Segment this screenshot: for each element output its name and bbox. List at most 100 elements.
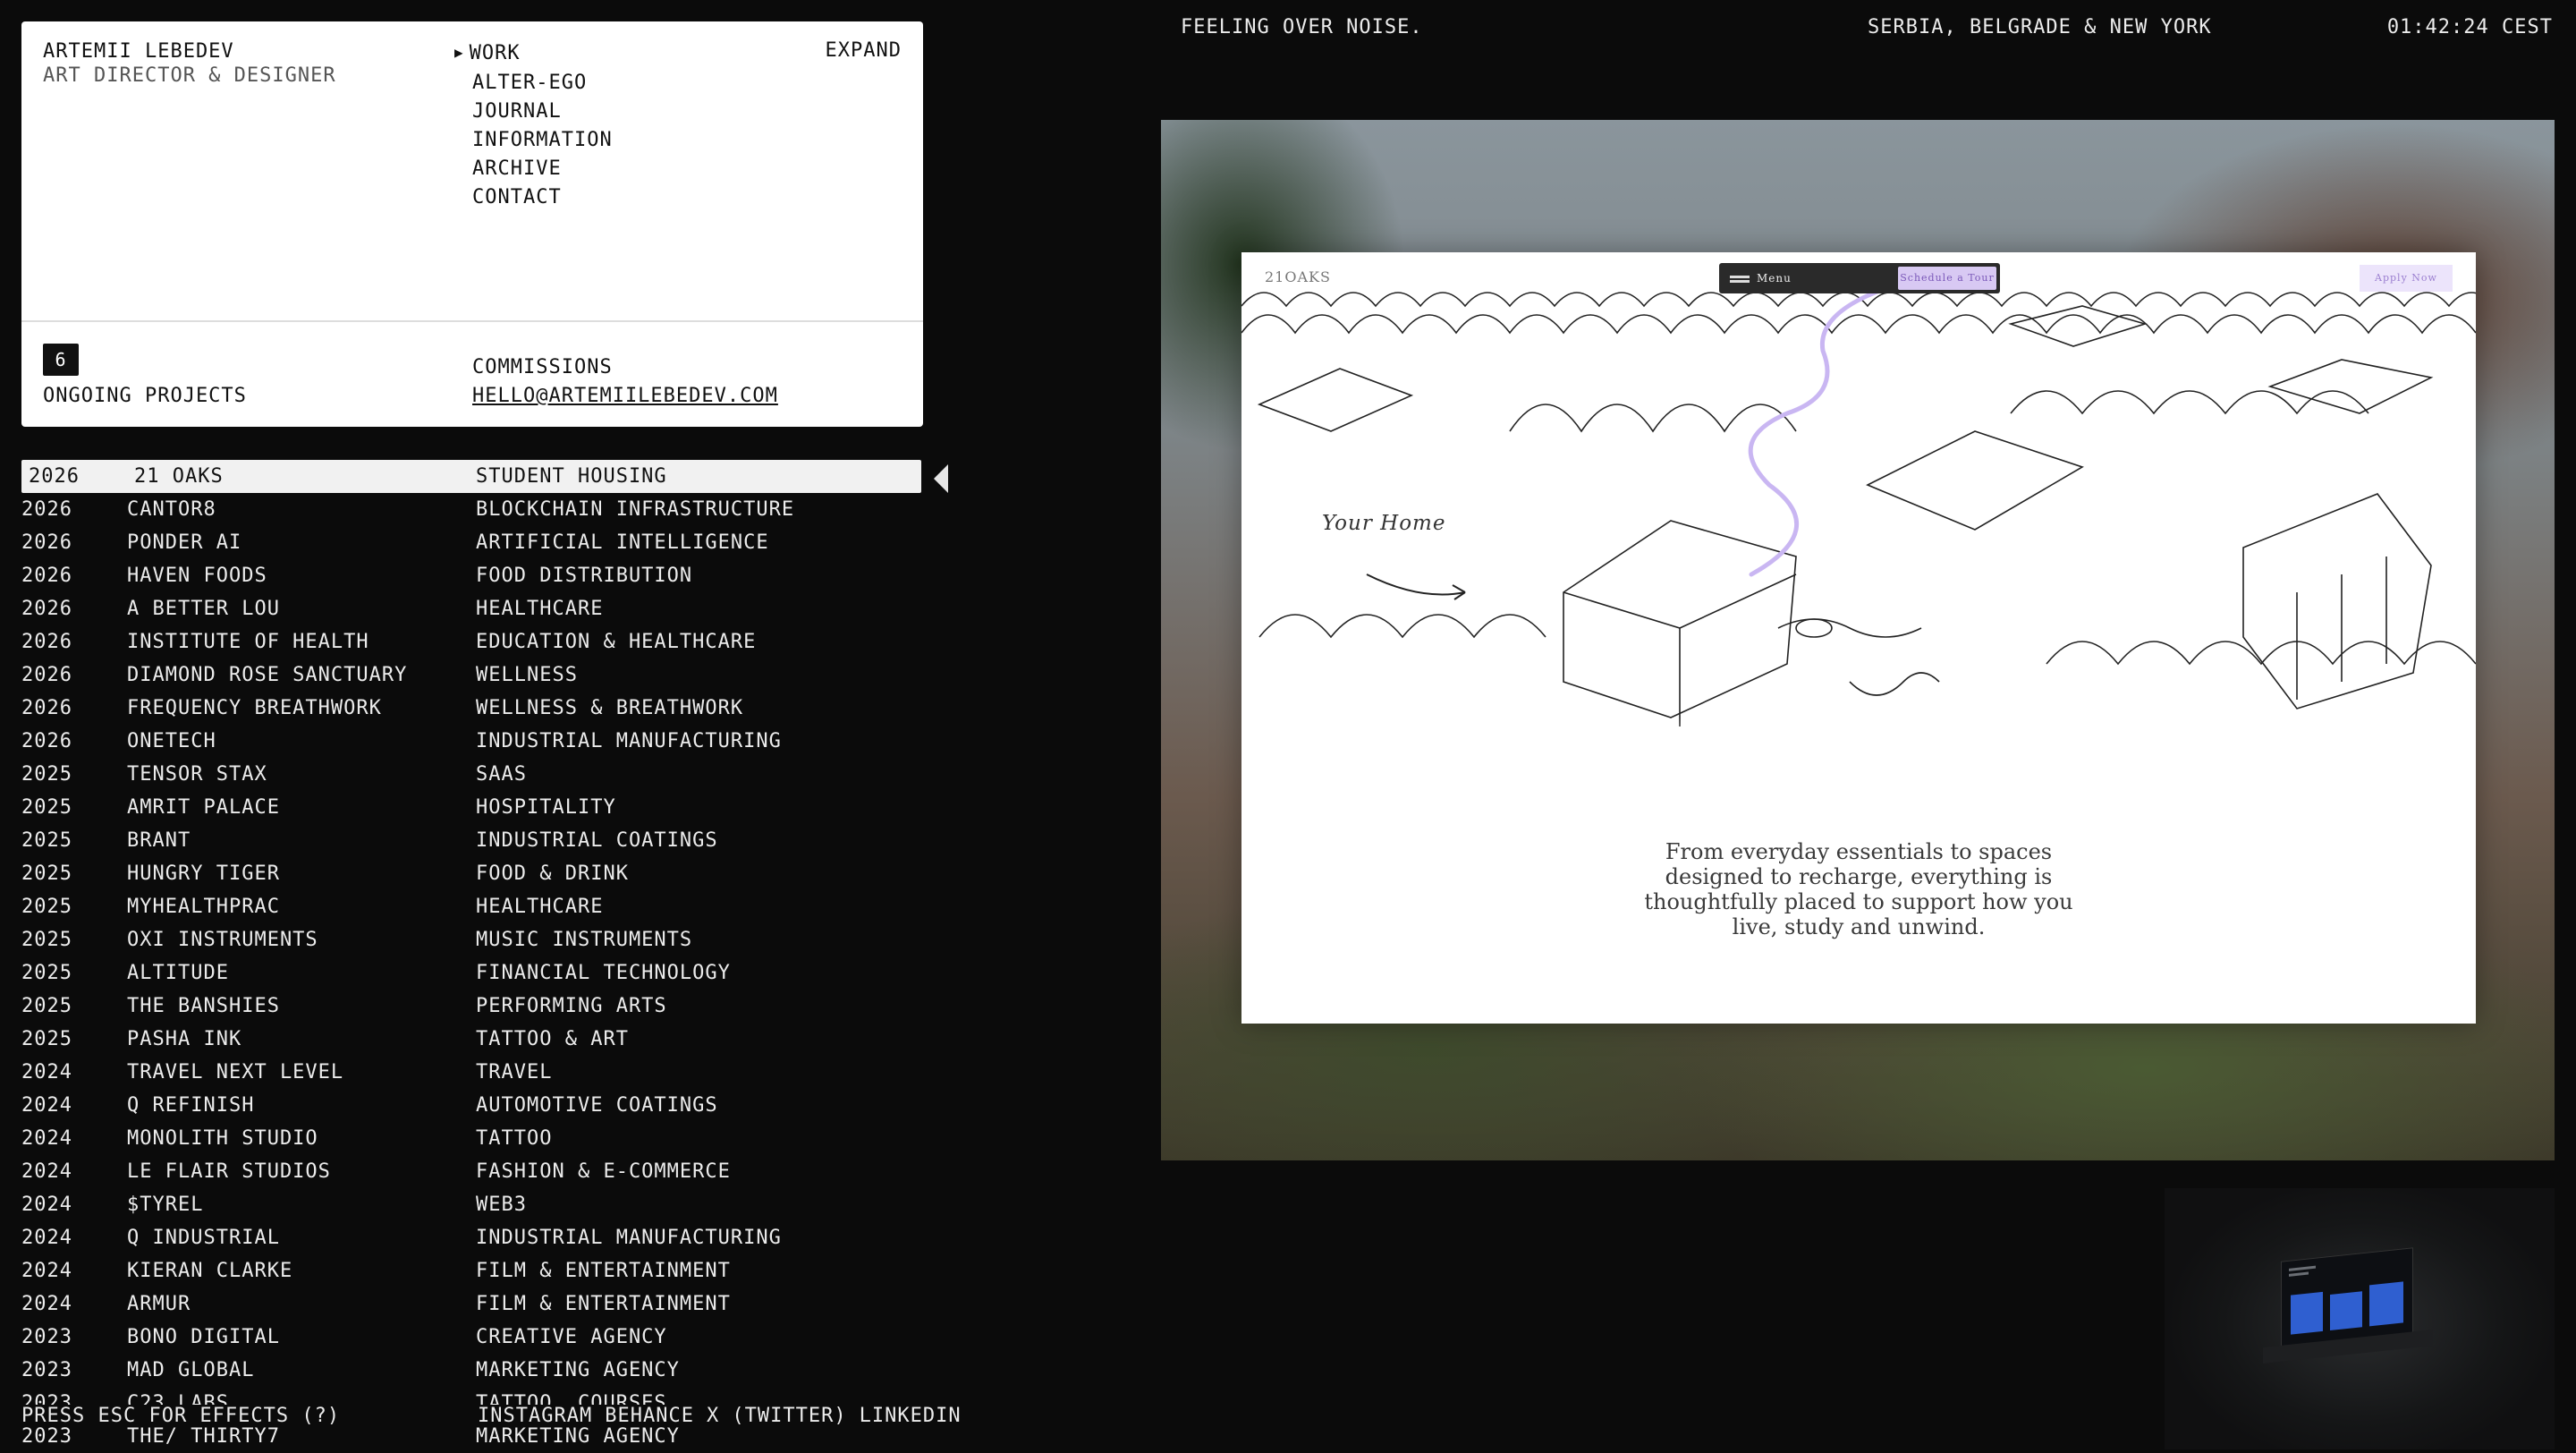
screen-text-line	[2289, 1265, 2316, 1271]
project-row[interactable]: 2026 HAVEN FOODS FOOD DISTRIBUTION	[21, 559, 921, 592]
preview-map-label: Your Home	[1322, 512, 1446, 535]
screen-tile	[2330, 1291, 2362, 1330]
project-row[interactable]: 2025 MYHEALTHPRAC HEALTHCARE	[21, 890, 921, 923]
project-row[interactable]: 2024 MONOLITH STUDIO TATTOO	[21, 1122, 921, 1155]
project-row[interactable]: 2026 FREQUENCY BREATHWORK WELLNESS & BREAT…	[21, 692, 921, 725]
nav-item-work[interactable]: WORK	[470, 39, 613, 69]
project-row[interactable]: 2024 TRAVEL NEXT LEVEL TRAVEL	[21, 1056, 921, 1089]
nav-item-information[interactable]: INFORMATION	[472, 126, 613, 155]
laptop-screen-image	[2281, 1247, 2413, 1347]
project-name: HUNGRY TIGER	[127, 862, 280, 885]
project-row[interactable]: 2025 THE BANSHIES PERFORMING ARTS	[21, 990, 921, 1023]
project-year: 2026	[21, 664, 72, 686]
project-year: 2025	[21, 763, 72, 786]
project-name: INSTITUTE OF HEALTH	[127, 631, 369, 653]
project-row[interactable]: 2026 ONETECH INDUSTRIAL MANUFACTURING	[21, 725, 921, 758]
project-category: CREATIVE AGENCY	[476, 1326, 667, 1348]
social-link-instagram[interactable]: INSTAGRAM	[478, 1405, 592, 1427]
preview-menu-bar: Menu Schedule a Tour	[1719, 263, 2000, 293]
project-row[interactable]: 2025 ALTITUDE FINANCIAL TECHNOLOGY	[21, 956, 921, 990]
nav-item-journal[interactable]: JOURNAL	[472, 98, 613, 126]
project-name: HAVEN FOODS	[127, 565, 267, 587]
project-year: 2025	[21, 829, 72, 852]
ongoing-count-badge: 6	[43, 344, 79, 376]
effects-hint[interactable]: PRESS ESC FOR EFFECTS (?)	[21, 1405, 341, 1427]
social-link-x[interactable]: X (TWITTER)	[707, 1405, 847, 1427]
project-row[interactable]: 2024 Q REFINISH AUTOMOTIVE COATINGS	[21, 1089, 921, 1122]
social-link-linkedin[interactable]: LINKEDIN	[860, 1405, 962, 1427]
project-row[interactable]: 2025 BRANT INDUSTRIAL COATINGS	[21, 824, 921, 857]
project-category: HOSPITALITY	[476, 796, 616, 819]
location: SERBIA, BELGRADE & NEW YORK	[1868, 16, 2212, 38]
project-preview[interactable]: 21OAKS Menu Schedule a Tour Apply Now Yo…	[1161, 120, 2555, 1160]
project-row[interactable]: 2024 $TYREL WEB3	[21, 1188, 921, 1221]
project-year: 2025	[21, 962, 72, 984]
project-row[interactable]: 2026 21 OAKS STUDENT HOUSING	[21, 460, 921, 493]
project-row[interactable]: 2023 BONO DIGITAL CREATIVE AGENCY	[21, 1321, 921, 1354]
project-row[interactable]: 2025 PASHA INK TATTOO & ART	[21, 1023, 921, 1056]
project-name: AMRIT PALACE	[127, 796, 280, 819]
nav-item-alter-ego[interactable]: ALTER-EGO	[472, 69, 613, 98]
project-year: 2024	[21, 1260, 72, 1282]
project-category: INDUSTRIAL MANUFACTURING	[476, 730, 782, 752]
project-category: FASHION & E-COMMERCE	[476, 1160, 731, 1183]
nav-item-archive[interactable]: ARCHIVE	[472, 155, 613, 183]
project-name: CANTOR8	[127, 498, 216, 521]
nav-item-contact[interactable]: CONTACT	[472, 183, 613, 212]
project-category: STUDENT HOUSING	[476, 465, 667, 488]
project-year: 2024	[21, 1227, 72, 1249]
project-name: PASHA INK	[127, 1028, 242, 1050]
card-divider	[21, 320, 923, 322]
project-category: TRAVEL	[476, 1061, 553, 1083]
project-row[interactable]: 2024 KIERAN CLARKE FILM & ENTERTAINMENT	[21, 1254, 921, 1287]
designer-role: ART DIRECTOR & DESIGNER	[43, 64, 336, 87]
project-row[interactable]: 2025 AMRIT PALACE HOSPITALITY	[21, 791, 921, 824]
project-year: 2024	[21, 1061, 72, 1083]
project-category: HEALTHCARE	[476, 598, 604, 620]
project-name: ARMUR	[127, 1293, 191, 1315]
designer-name[interactable]: ARTEMII LEBEDEV	[43, 39, 234, 64]
next-project-thumbnail[interactable]	[2165, 1188, 2555, 1449]
project-row[interactable]: 2025 TENSOR STAX SAAS	[21, 758, 921, 791]
project-category: WEB3	[476, 1194, 527, 1216]
project-name: $TYREL	[127, 1194, 204, 1216]
project-category: TATTOO & ART	[476, 1028, 629, 1050]
clock: 01:42:24 CEST	[2386, 16, 2553, 38]
project-year: 2026	[21, 531, 72, 554]
commissions-label: COMMISSIONS	[472, 356, 613, 378]
project-category: FINANCIAL TECHNOLOGY	[476, 962, 731, 984]
project-row[interactable]: 2024 ARMUR FILM & ENTERTAINMENT	[21, 1287, 921, 1321]
screen-text-line	[2289, 1271, 2309, 1277]
project-name: BONO DIGITAL	[127, 1326, 280, 1348]
project-name: TENSOR STAX	[127, 763, 267, 786]
selected-caret-icon	[934, 464, 948, 493]
project-row[interactable]: 2026 DIAMOND ROSE SANCTUARY WELLNESS	[21, 659, 921, 692]
email-link[interactable]: HELLO@ARTEMIILEBEDEV.COM	[472, 385, 778, 407]
social-link-behance[interactable]: BEHANCE	[605, 1405, 694, 1427]
project-year: 2026	[21, 565, 72, 587]
project-row[interactable]: 2024 LE FLAIR STUDIOS FASHION & E-COMMERCE	[21, 1155, 921, 1188]
project-year: 2024	[21, 1293, 72, 1315]
main-nav: WORK ALTER-EGO JOURNAL INFORMATION ARCHI…	[470, 39, 613, 212]
project-year: 2023	[21, 1359, 72, 1381]
project-row[interactable]: 2026 CANTOR8 BLOCKCHAIN INFRASTRUCTURE	[21, 493, 921, 526]
project-category: WELLNESS	[476, 664, 578, 686]
project-row[interactable]: 2023 MAD GLOBAL MARKETING AGENCY	[21, 1354, 921, 1387]
preview-body-text: From everyday essentials to spaces desig…	[1644, 839, 2073, 939]
preview-apply-button: Apply Now	[2360, 265, 2453, 292]
project-year: 2024	[21, 1160, 72, 1183]
project-name: Q INDUSTRIAL	[127, 1227, 280, 1249]
project-row[interactable]: 2025 OXI INSTRUMENTS MUSIC INSTRUMENTS	[21, 923, 921, 956]
project-row[interactable]: 2024 Q INDUSTRIAL INDUSTRIAL MANUFACTURING	[21, 1221, 921, 1254]
project-row[interactable]: 2026 INSTITUTE OF HEALTH EDUCATION & HEALT…	[21, 625, 921, 659]
ongoing-projects-label: ONGOING PROJECTS	[43, 385, 247, 407]
preview-menu-label: Menu	[1757, 272, 1792, 285]
expand-button[interactable]: EXPAND	[826, 39, 902, 62]
project-row[interactable]: 2025 HUNGRY TIGER FOOD & DRINK	[21, 857, 921, 890]
project-row[interactable]: 2026 PONDER AI ARTIFICIAL INTELLIGENCE	[21, 526, 921, 559]
project-name: FREQUENCY BREATHWORK	[127, 697, 382, 719]
project-category: EDUCATION & HEALTHCARE	[476, 631, 757, 653]
project-category: PERFORMING ARTS	[476, 995, 667, 1017]
project-category: BLOCKCHAIN INFRASTRUCTURE	[476, 498, 795, 521]
project-row[interactable]: 2026 A BETTER LOU HEALTHCARE	[21, 592, 921, 625]
